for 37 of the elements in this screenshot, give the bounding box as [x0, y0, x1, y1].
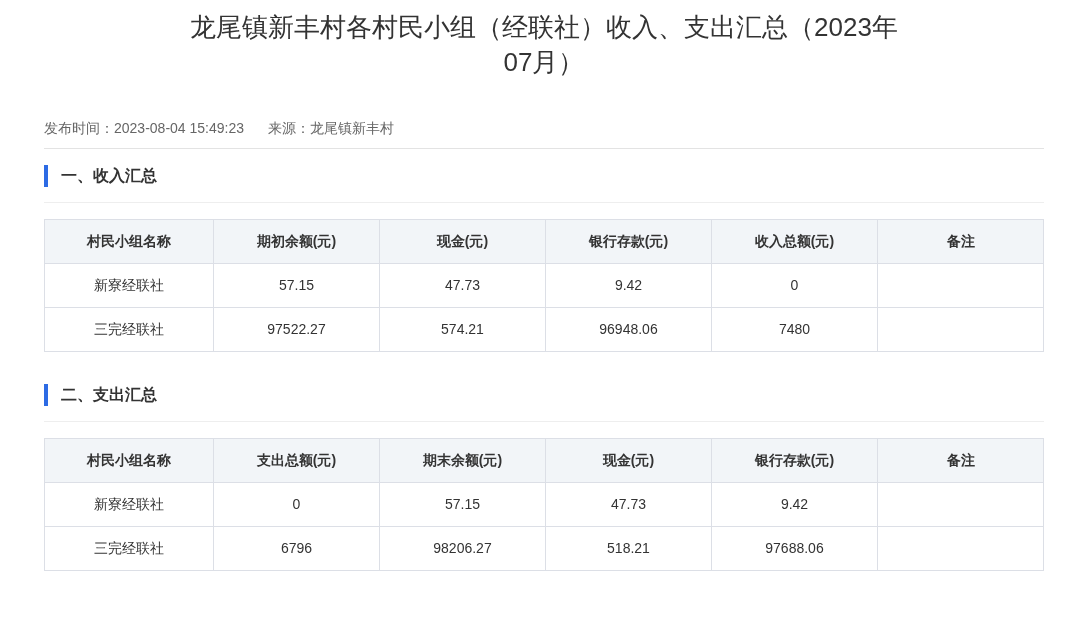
- column-header: 村民小组名称: [44, 219, 214, 264]
- column-header: 支出总额(元): [213, 438, 380, 483]
- table-cell: 97522.27: [213, 307, 380, 352]
- table-cell: 96948.06: [545, 307, 712, 352]
- table-cell: 97688.06: [711, 526, 878, 571]
- table-cell: 47.73: [545, 482, 712, 527]
- table-cell: 新寮经联社: [44, 482, 214, 527]
- table-cell: 0: [213, 482, 380, 527]
- column-header: 现金(元): [379, 219, 546, 264]
- table-cell: 57.15: [213, 263, 380, 308]
- column-header: 银行存款(元): [545, 219, 712, 264]
- table-cell: 新寮经联社: [44, 263, 214, 308]
- column-header: 备注: [877, 438, 1044, 483]
- column-header: 备注: [877, 219, 1044, 264]
- page-title: 龙尾镇新丰村各村民小组（经联社）收入、支出汇总（2023年07月）: [189, 11, 899, 80]
- column-header: 村民小组名称: [44, 438, 214, 483]
- column-header: 期初余额(元): [213, 219, 380, 264]
- table-cell: 三完经联社: [44, 526, 214, 571]
- column-header: 银行存款(元): [711, 438, 878, 483]
- table-cell: 7480: [711, 307, 878, 352]
- table-cell: 三完经联社: [44, 307, 214, 352]
- source-text: 来源：龙尾镇新丰村: [268, 120, 394, 137]
- publish-time: 发布时间：2023-08-04 15:49:23: [44, 120, 244, 137]
- section-heading: 二、支出汇总: [44, 384, 1044, 407]
- table-cell: 57.15: [379, 482, 546, 527]
- table-cell: 518.21: [545, 526, 712, 571]
- table-cell: 6796: [213, 526, 380, 571]
- section-heading: 一、收入汇总: [44, 165, 1044, 188]
- table-cell: 0: [711, 263, 878, 308]
- table-cell: 9.42: [545, 263, 712, 308]
- column-header: 期末余额(元): [379, 438, 546, 483]
- table-cell: 9.42: [711, 482, 878, 527]
- column-header: 现金(元): [545, 438, 712, 483]
- table-cell: 47.73: [379, 263, 546, 308]
- column-header: 收入总额(元): [711, 219, 878, 264]
- table-cell: 98206.27: [379, 526, 546, 571]
- table-cell: 574.21: [379, 307, 546, 352]
